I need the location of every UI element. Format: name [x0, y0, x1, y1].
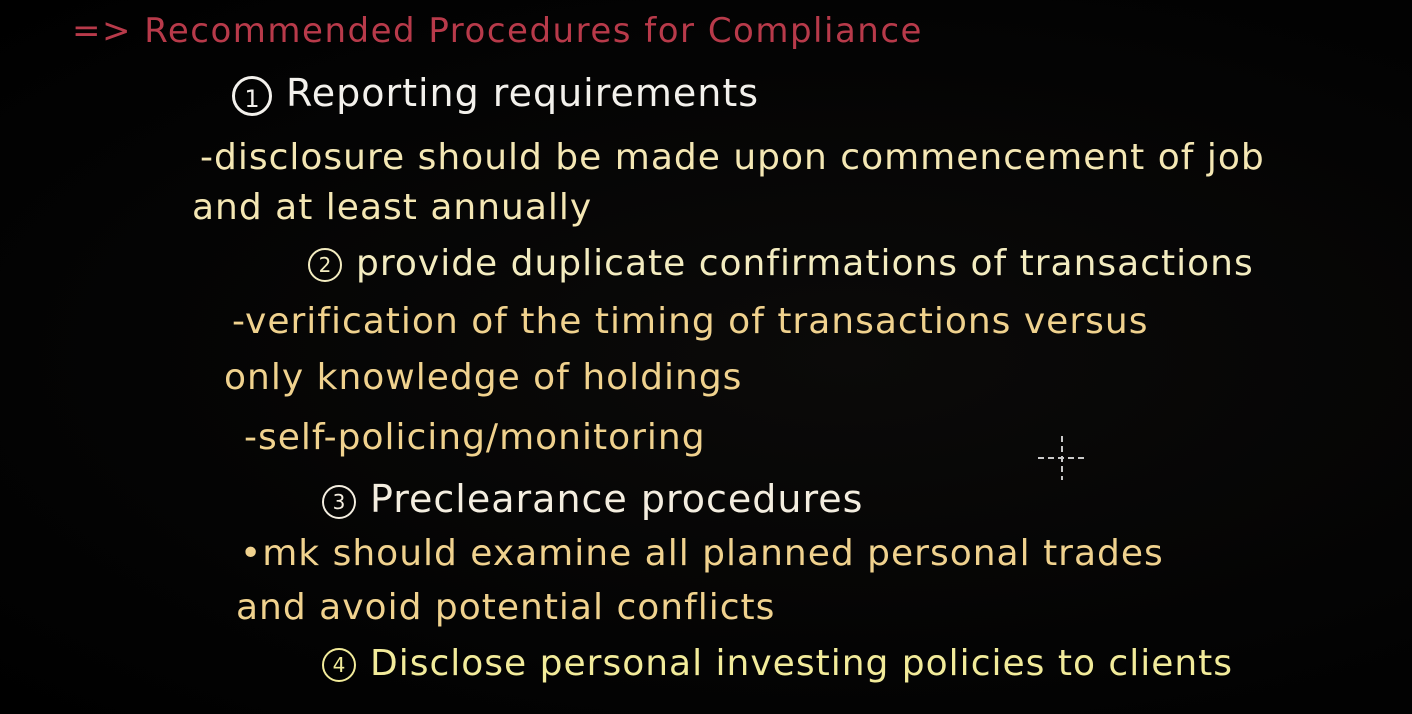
- item-2-title: provide duplicate confirmations of trans…: [356, 243, 1254, 284]
- item-3-number: 3: [322, 484, 356, 519]
- item-3-detail-2: and avoid potential conflicts: [236, 587, 776, 628]
- heading-arrow: =>: [72, 11, 132, 51]
- item-1-detail-2: and at least annually: [192, 187, 593, 228]
- item-1-detail-1: -disclosure should be made upon commence…: [200, 137, 1265, 178]
- item-4-number: 4: [322, 648, 356, 682]
- item-2-detail-3: -self-policing/monitoring: [244, 417, 706, 458]
- section-heading: => Recommended Procedures for Compliance: [72, 14, 923, 48]
- item-1-title: Reporting requirements: [286, 71, 760, 115]
- blackboard-canvas: => Recommended Procedures for Compliance…: [0, 0, 1412, 714]
- heading-text: Recommended Procedures for Compliance: [144, 11, 923, 51]
- item-2-number: 2: [308, 248, 342, 282]
- item-2-title-line: 2 provide duplicate confirmations of tran…: [308, 246, 1254, 282]
- item-2-detail-2: only knowledge of holdings: [224, 357, 743, 398]
- item-1-number: 1: [232, 75, 272, 116]
- item-4-title: Disclose personal investing policies to …: [370, 643, 1234, 684]
- item-3-detail-1: •mk should examine all planned personal …: [240, 533, 1164, 574]
- crosshair-cursor-icon: [1038, 436, 1086, 480]
- item-2-detail-1: -verification of the timing of transacti…: [232, 301, 1149, 342]
- item-4-title-line: 4 Disclose personal investing policies to…: [322, 646, 1233, 682]
- item-1-title-line: 1 Reporting requirements: [232, 74, 759, 116]
- item-3-title: Preclearance procedures: [370, 477, 864, 521]
- item-3-title-line: 3 Preclearance procedures: [322, 480, 863, 519]
